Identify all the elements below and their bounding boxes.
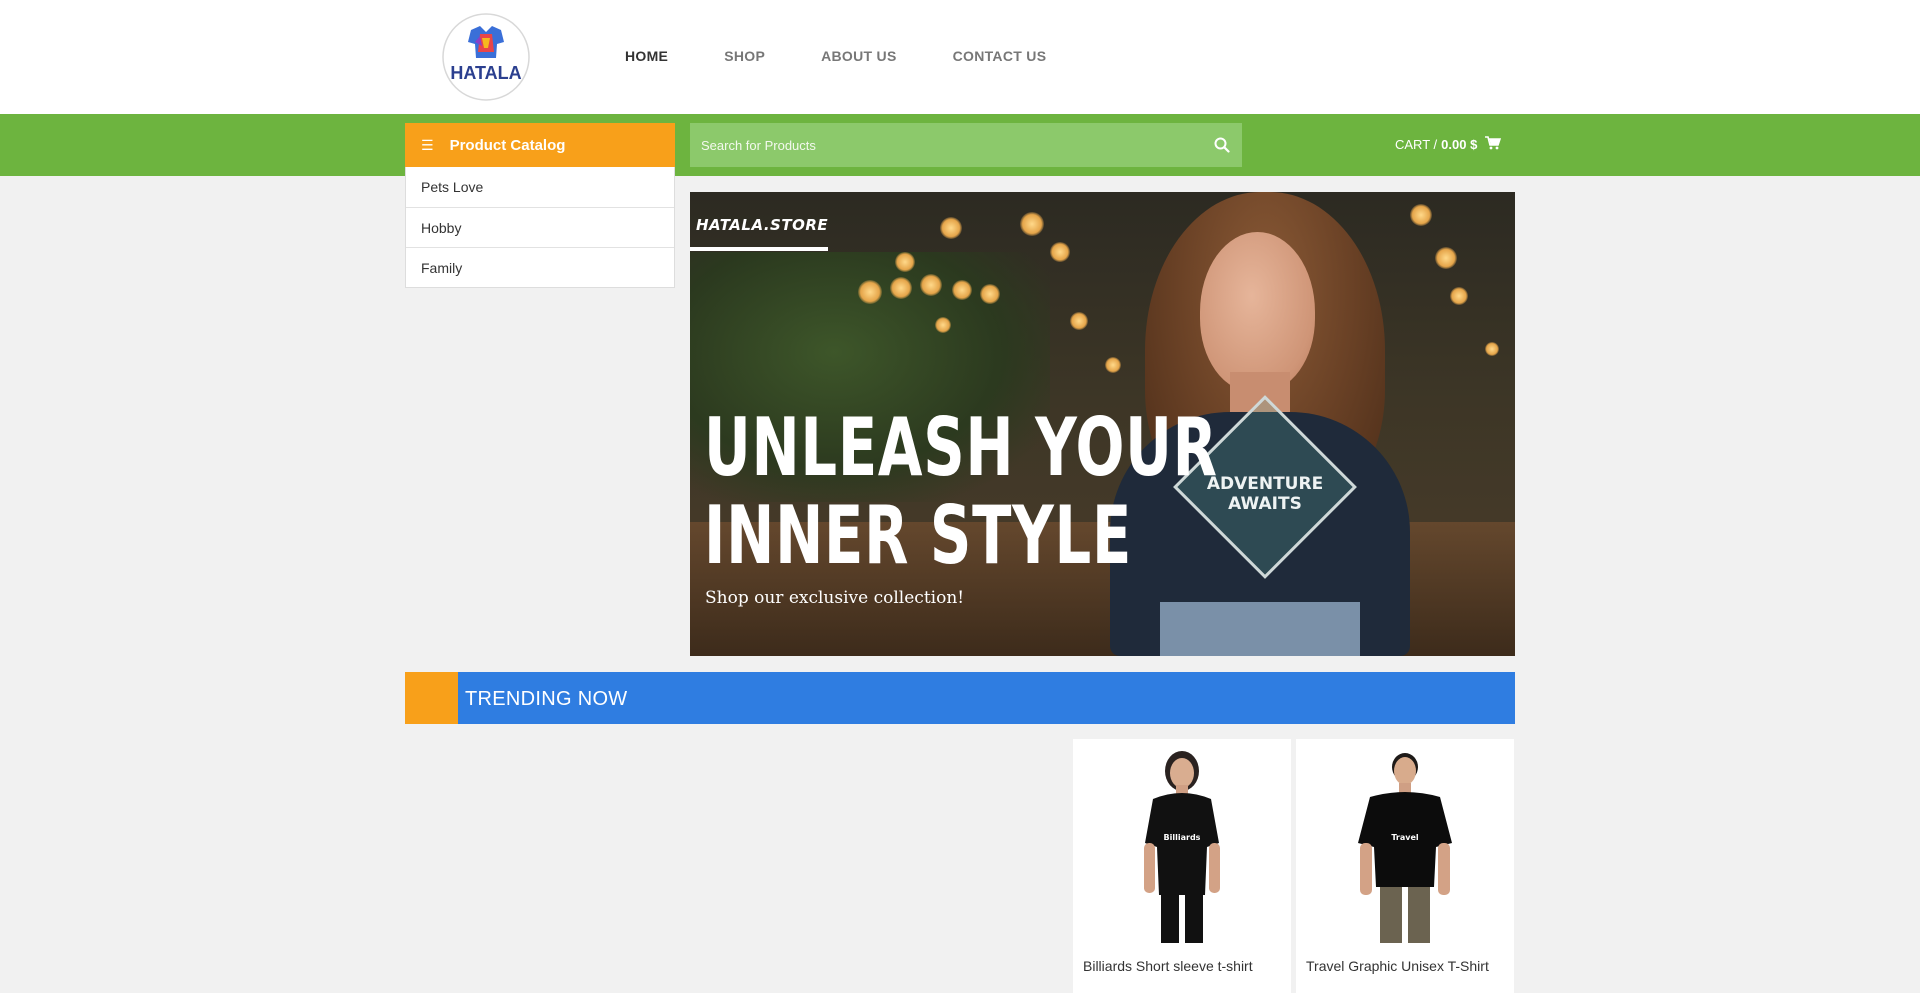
bokeh-light bbox=[940, 217, 962, 239]
nav-shop[interactable]: SHOP bbox=[724, 48, 765, 64]
product-image[interactable]: Billiards bbox=[1073, 747, 1291, 943]
banner-headline-line1: UNLEASH YOUR bbox=[704, 401, 1218, 494]
cart-icon bbox=[1485, 136, 1502, 153]
bokeh-light bbox=[980, 284, 1000, 304]
site-logo[interactable]: HATALA bbox=[438, 12, 534, 102]
bokeh-light bbox=[935, 317, 951, 333]
nav-home[interactable]: HOME bbox=[625, 48, 668, 64]
category-item-family[interactable]: Family bbox=[406, 247, 674, 287]
product-card[interactable]: Travel Travel Graphic Unisex T-Shirt bbox=[1296, 739, 1514, 993]
cart-label: CART / bbox=[1395, 137, 1438, 152]
bokeh-light bbox=[1410, 204, 1432, 226]
nav-about-us[interactable]: ABOUT US bbox=[821, 48, 897, 64]
bokeh-light bbox=[1020, 212, 1044, 236]
banner-subtitle: Shop our exclusive collection! bbox=[705, 588, 965, 608]
bokeh-light bbox=[890, 277, 912, 299]
trending-section-header: TRENDING NOW bbox=[405, 672, 1515, 724]
bokeh-light bbox=[1450, 287, 1468, 305]
bokeh-light bbox=[1435, 247, 1457, 269]
hero-banner[interactable]: ADVENTURE AWAITS HATALA.STORE UNLEASH YO… bbox=[690, 192, 1515, 656]
banner-headline: UNLEASH YOUR INNER STYLE bbox=[704, 404, 1218, 580]
banner-brand: HATALA.STORE bbox=[696, 216, 829, 234]
search-input[interactable] bbox=[690, 123, 1202, 167]
trending-accent-block bbox=[405, 672, 458, 724]
product-name[interactable]: Billiards Short sleeve t-shirt bbox=[1083, 958, 1253, 974]
product-name[interactable]: Travel Graphic Unisex T-Shirt bbox=[1306, 958, 1489, 974]
category-list: Pets Love Hobby Family bbox=[405, 167, 675, 288]
bokeh-light bbox=[1050, 242, 1070, 262]
cart-amount: 0.00 $ bbox=[1441, 137, 1478, 152]
search-icon[interactable] bbox=[1202, 123, 1242, 167]
hamburger-icon: ☰ bbox=[421, 136, 434, 153]
nav-contact-us[interactable]: CONTACT US bbox=[953, 48, 1047, 64]
trending-title: TRENDING NOW bbox=[465, 688, 628, 710]
bokeh-light bbox=[895, 252, 915, 272]
bokeh-light bbox=[920, 274, 942, 296]
main-nav: HOME SHOP ABOUT US CONTACT US bbox=[625, 48, 1102, 64]
banner-brand-underline bbox=[690, 247, 828, 251]
bokeh-light bbox=[1485, 342, 1499, 356]
bokeh-light bbox=[1105, 357, 1121, 373]
product-shirt-text: Travel bbox=[1391, 833, 1419, 842]
cart-link[interactable]: CART / 0.00 $ bbox=[1395, 136, 1502, 153]
product-card[interactable]: Billiards Billiards Short sleeve t-shirt bbox=[1073, 739, 1291, 993]
category-item-pets-love[interactable]: Pets Love bbox=[406, 167, 674, 207]
category-item-hobby[interactable]: Hobby bbox=[406, 207, 674, 247]
bokeh-light bbox=[858, 280, 882, 304]
model-jeans bbox=[1160, 602, 1360, 656]
product-catalog-button[interactable]: ☰ Product Catalog bbox=[405, 123, 675, 167]
bokeh-light bbox=[1070, 312, 1088, 330]
model-face bbox=[1200, 232, 1315, 392]
product-shirt-text: Billiards bbox=[1163, 833, 1201, 842]
logo-text: HATALA bbox=[450, 63, 521, 83]
product-image[interactable]: Travel bbox=[1296, 747, 1514, 943]
search-bar bbox=[690, 123, 1242, 167]
product-catalog-label: Product Catalog bbox=[449, 136, 566, 154]
site-header: HATALA HOME SHOP ABOUT US CONTACT US bbox=[0, 0, 1920, 114]
banner-headline-line2: INNER STYLE bbox=[704, 489, 1133, 582]
bokeh-light bbox=[952, 280, 972, 300]
